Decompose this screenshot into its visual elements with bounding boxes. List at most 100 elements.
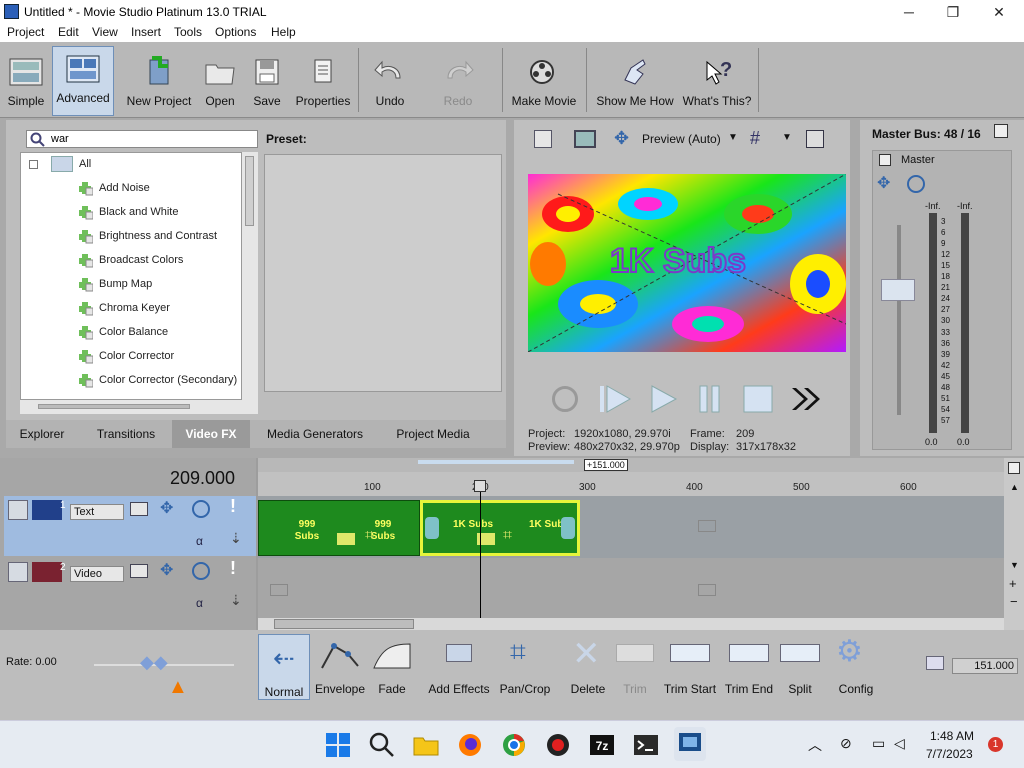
tree-vertical-scrollbar[interactable]	[242, 152, 258, 400]
fade-button[interactable]: Fade	[370, 634, 414, 696]
cursor-head[interactable]	[474, 480, 486, 492]
track-motion-icon[interactable]: ✥	[160, 560, 173, 580]
scroll-up-icon[interactable]: ▲	[1010, 482, 1019, 492]
cursor-timecode[interactable]: 209.000	[170, 468, 235, 489]
pan-crop-icon[interactable]: ⌗	[365, 527, 374, 545]
notification-badge[interactable]: 1	[988, 737, 1003, 752]
display-icon[interactable]: ▭	[872, 735, 885, 752]
trim-end-button[interactable]: Trim End	[722, 634, 776, 696]
windows-start-icon[interactable]	[324, 731, 352, 759]
track-row-video[interactable]	[258, 558, 1004, 618]
rate-marker-icon[interactable]: ▲	[168, 676, 188, 699]
properties-button[interactable]: Properties	[294, 50, 352, 116]
delete-button[interactable]: ✕ Delete	[566, 634, 610, 696]
firefox-icon[interactable]	[456, 731, 484, 759]
clip-trim-handle[interactable]	[561, 517, 575, 539]
time-display-field[interactable]: 151.000	[952, 658, 1018, 674]
trim-start-button[interactable]: Trim Start	[662, 634, 718, 696]
chrome-icon[interactable]	[500, 731, 528, 759]
mixer-options-icon[interactable]	[994, 124, 1008, 138]
stop-icon[interactable]	[742, 384, 774, 414]
config-button[interactable]: ⚙ Config	[834, 634, 878, 696]
move-icon[interactable]: ✥	[614, 128, 629, 149]
channel-fx-icon[interactable]	[879, 154, 891, 166]
expand-track-icon[interactable]: ⇣	[230, 592, 242, 609]
fx-search-box[interactable]	[26, 130, 258, 148]
volume-fader-thumb[interactable]	[881, 279, 915, 301]
open-button[interactable]: Open	[200, 50, 240, 116]
envelope-tool-button[interactable]: Envelope	[314, 634, 366, 696]
scroll-down-icon[interactable]: ▼	[1010, 560, 1019, 570]
timeline-horizontal-scrollbar[interactable]	[258, 618, 1004, 630]
track-motion-icon[interactable]: ✥	[160, 498, 173, 518]
tab-project-media[interactable]: Project Media	[380, 420, 486, 448]
network-icon[interactable]: ⊘	[840, 735, 852, 752]
menu-help[interactable]: Help	[271, 25, 296, 39]
track-header-video[interactable]: 2 Video ✥ ! α ⇣	[4, 558, 256, 618]
volume-icon[interactable]: ◁	[894, 735, 905, 752]
tab-video-fx[interactable]: Video FX	[172, 420, 250, 448]
track-header-text[interactable]: 1 Text ✥ ! α ⇣	[4, 496, 256, 556]
whats-this-button[interactable]: ? What's This?	[682, 50, 752, 116]
timeline-scroll-thumb[interactable]	[274, 619, 414, 629]
new-project-button[interactable]: New Project	[126, 50, 192, 116]
menu-project[interactable]: Project	[7, 25, 44, 39]
timeline-cursor[interactable]	[480, 480, 481, 620]
external-monitor-icon[interactable]	[574, 130, 596, 148]
mute-track-icon[interactable]	[192, 500, 210, 518]
chevron-down-icon[interactable]: ▼	[782, 132, 792, 143]
tab-explorer[interactable]: Explorer	[6, 420, 78, 448]
chevron-down-icon[interactable]: ▼	[728, 132, 738, 143]
zoom-in-icon[interactable]: +	[1009, 576, 1017, 591]
7zip-icon[interactable]: 7z	[588, 731, 616, 759]
simple-button[interactable]: Simple	[4, 50, 48, 116]
track-menu-icon[interactable]	[8, 562, 28, 582]
pan-icon[interactable]: ✥	[877, 173, 890, 193]
tree-scroll-thumb[interactable]	[245, 156, 254, 226]
normal-edit-tool-button[interactable]: ⇠ Normal	[258, 634, 310, 700]
menu-view[interactable]: View	[92, 25, 118, 39]
pan-crop-button[interactable]: ⌗ Pan/Crop	[498, 634, 552, 696]
menu-tools[interactable]: Tools	[174, 25, 202, 39]
solo-track-icon[interactable]: !	[230, 496, 236, 517]
grid-overlay-icon[interactable]: #	[750, 128, 760, 149]
screen-recorder-icon[interactable]	[544, 731, 572, 759]
close-button[interactable]: ✕	[976, 0, 1022, 24]
save-button[interactable]: Save	[248, 50, 286, 116]
marker-bar[interactable]: +151.000	[258, 458, 1004, 472]
mute-icon[interactable]	[907, 175, 925, 193]
preview-quality-dropdown[interactable]: Preview (Auto)	[642, 132, 721, 146]
copy-snapshot-icon[interactable]	[806, 130, 824, 148]
rate-slider-thumb-icon[interactable]: ◆◆	[140, 652, 168, 673]
make-movie-button[interactable]: Make Movie	[508, 50, 580, 116]
search-icon[interactable]	[368, 731, 396, 759]
alpha-icon[interactable]: α	[196, 596, 203, 610]
timeline-tracks-area[interactable]: +151.000 100 200 300 400 500 600 999 Sub…	[258, 458, 1004, 630]
timeline-vertical-scrollbar[interactable]: ▲ ▼ + −	[1004, 458, 1024, 630]
expand-track-icon[interactable]: ⇣	[230, 530, 242, 547]
pause-icon[interactable]	[698, 384, 722, 414]
minimize-button[interactable]: ─	[886, 0, 932, 24]
fx-search-input[interactable]	[51, 132, 201, 146]
file-explorer-icon[interactable]	[412, 731, 440, 759]
tab-media-generators[interactable]: Media Generators	[256, 420, 374, 448]
compositing-mode-icon[interactable]	[130, 502, 148, 516]
menu-options[interactable]: Options	[215, 25, 256, 39]
show-me-how-button[interactable]: Show Me How	[592, 50, 678, 116]
track-name-field[interactable]: Text	[70, 504, 124, 520]
fast-forward-icon[interactable]	[790, 386, 822, 412]
mute-track-icon[interactable]	[192, 562, 210, 580]
split-button[interactable]: Split	[778, 634, 822, 696]
preset-list[interactable]	[264, 154, 502, 392]
tree-hscroll-thumb[interactable]	[38, 404, 190, 409]
text-clip-1k-subs-selected[interactable]: 1K Subs 1K Subs ⌗	[420, 500, 580, 556]
loop-region-bar[interactable]	[418, 460, 574, 464]
trim-button[interactable]: Trim	[614, 634, 656, 696]
tree-horizontal-scrollbar[interactable]	[20, 400, 258, 414]
terminal-icon[interactable]	[632, 731, 660, 759]
solo-track-icon[interactable]: !	[230, 558, 236, 579]
time-ruler[interactable]: 100 200 300 400 500 600	[258, 472, 1004, 496]
compositing-mode-icon[interactable]	[130, 564, 148, 578]
clock-time[interactable]: 1:48 AM	[930, 729, 974, 743]
alpha-icon[interactable]: α	[196, 534, 203, 548]
